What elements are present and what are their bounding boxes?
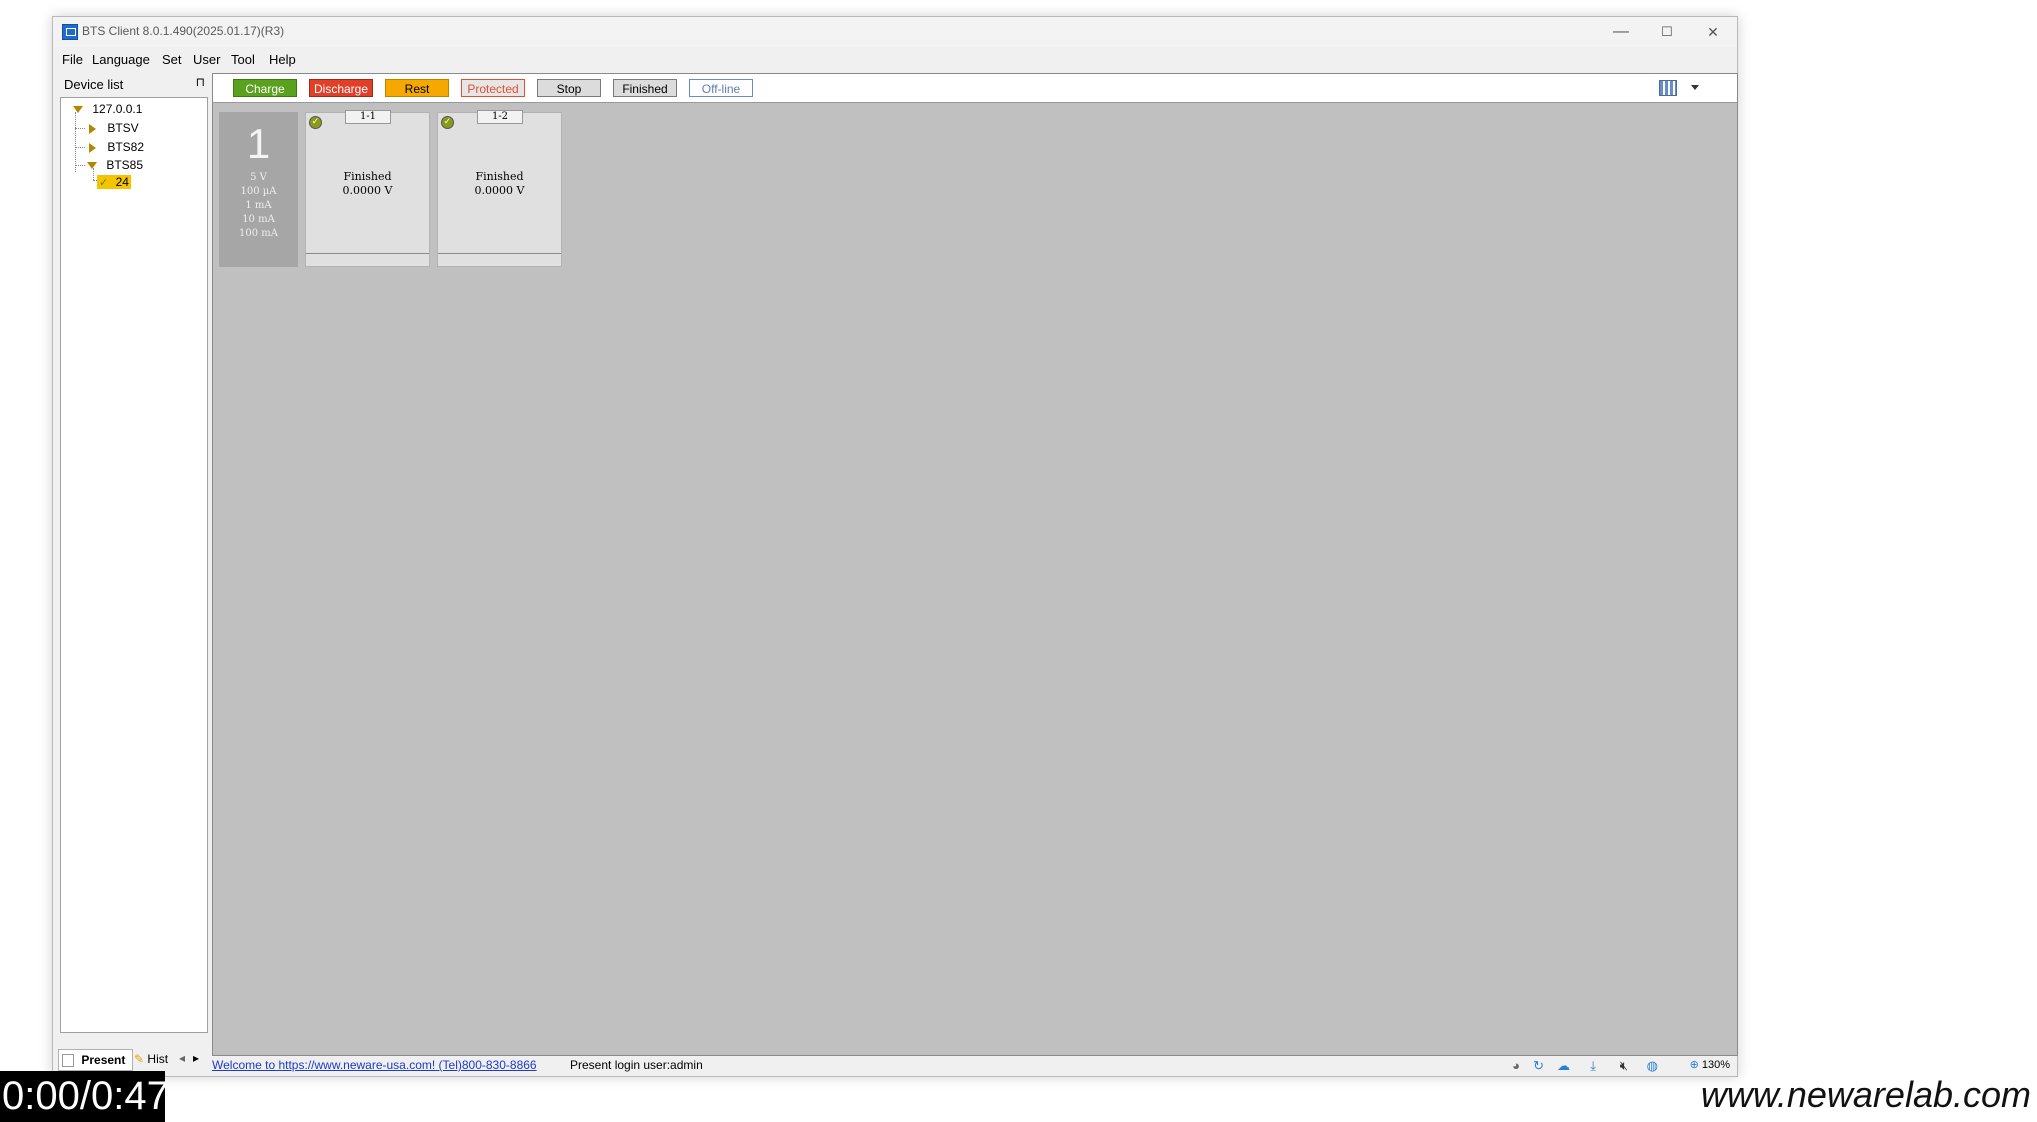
menu-bar: File Language Set User Tool Help — [53, 49, 1737, 71]
zoom-level-value: 130% — [1701, 1059, 1730, 1071]
collapsed-arrow-icon — [89, 142, 96, 153]
status-legend-bar: Charge Discharge Rest Protected Stop Fin… — [213, 74, 1737, 103]
channel-divider — [438, 253, 561, 254]
unit-number: 1 — [246, 120, 271, 167]
status-bar: Welcome to https://www.neware-usa.com! (… — [212, 1056, 1736, 1074]
unit-panel[interactable]: 1 5 V 100 µA 1 mA 10 mA 100 mA — [219, 112, 298, 267]
menu-language[interactable]: Language — [92, 52, 150, 67]
sync-icon[interactable]: ↻ — [1533, 1058, 1544, 1074]
watermark-text: www.newarelab.com — [1700, 1074, 2031, 1115]
tab-scroll-right-button[interactable]: ▸ — [193, 1051, 199, 1065]
channel-card-1-2[interactable]: 1-2 ✓ Finished 0.0000 V — [437, 110, 562, 267]
maximize-button[interactable]: ☐ — [1647, 21, 1687, 43]
tree-node-bts82[interactable]: BTS82 — [89, 140, 144, 154]
channel-voltage: 0.0000 V — [474, 184, 525, 197]
tab-present-label: Present — [81, 1053, 126, 1067]
tree-node-bts85[interactable]: BTS85 — [87, 158, 143, 172]
video-timer: 0:00/0:47 — [0, 1071, 169, 1122]
check-circle-icon: ✓ — [441, 116, 454, 129]
app-window: BTS Client 8.0.1.490(2025.01.17)(R3) — ☐… — [52, 16, 1738, 1077]
pencil-icon: ✎ — [134, 1052, 145, 1066]
tree-node-24-label: 24 — [115, 175, 129, 189]
legend-finished: Finished — [613, 79, 677, 97]
channel-id: 1-2 — [477, 110, 523, 124]
menu-user[interactable]: User — [193, 52, 220, 67]
channel-id: 1-1 — [345, 110, 391, 124]
pin-icon[interactable]: ⊓ — [196, 75, 205, 89]
check-circle-icon: ✓ — [309, 116, 322, 129]
tab-scroll-left-button[interactable]: ◂ — [179, 1051, 185, 1065]
tree-node-bts82-label: BTS82 — [107, 140, 145, 154]
device-list-panel: Device list ⊓ 127.0.0.1 BTSV BTS82 BTS85… — [56, 73, 208, 1033]
tab-history[interactable]: ✎ Hist — [132, 1049, 178, 1069]
mute-icon[interactable]: 🔇︎ — [1620, 1058, 1628, 1074]
legend-stop: Stop — [537, 79, 601, 97]
unit-spec-range-2: 1 mA — [245, 200, 272, 211]
zoom-icon: ⊕ — [1689, 1059, 1699, 1071]
device-tree: 127.0.0.1 BTSV BTS82 BTS85 ✓ 24 — [60, 97, 208, 1033]
legend-discharge: Discharge — [309, 79, 373, 97]
expanded-arrow-icon — [73, 106, 83, 114]
close-button[interactable]: ✕ — [1693, 21, 1733, 43]
channel-card-1-1[interactable]: 1-1 ✓ Finished 0.0000 V — [305, 110, 430, 267]
legend-charge: Charge — [233, 79, 297, 97]
channel-view: Charge Discharge Rest Protected Stop Fin… — [212, 73, 1738, 1056]
tree-node-host-label: 127.0.0.1 — [92, 102, 143, 116]
unit-spec-range-3: 10 mA — [242, 214, 275, 225]
tree-node-btsv[interactable]: BTSV — [89, 121, 139, 135]
channel-status: Finished — [475, 170, 524, 183]
legend-offline: Off-line — [689, 79, 753, 97]
window-title: BTS Client 8.0.1.490(2025.01.17)(R3) — [82, 24, 285, 38]
tab-history-label: Hist — [147, 1052, 169, 1066]
tree-node-host[interactable]: 127.0.0.1 — [73, 102, 142, 116]
tree-node-24-selected[interactable]: ✓ 24 — [97, 175, 131, 189]
legend-protected: Protected — [461, 79, 525, 97]
tree-node-btsv-label: BTSV — [107, 121, 139, 135]
app-icon — [62, 24, 78, 40]
document-icon — [62, 1054, 74, 1068]
device-list-title: Device list — [64, 77, 124, 92]
check-icon: ✓ — [99, 177, 109, 189]
channel-voltage: 0.0000 V — [342, 184, 393, 197]
legend-rest: Rest — [385, 79, 449, 97]
menu-set[interactable]: Set — [162, 52, 182, 67]
channel-status: Finished — [343, 170, 392, 183]
channel-divider — [306, 253, 429, 254]
tree-node-bts85-label: BTS85 — [106, 158, 144, 172]
unit-spec-range-4: 100 mA — [239, 228, 278, 239]
minimize-button[interactable]: — — [1601, 21, 1641, 43]
login-user-text: Present login user:admin — [570, 1058, 703, 1072]
globe-icon[interactable]: ◍ — [1647, 1058, 1658, 1074]
title-bar: BTS Client 8.0.1.490(2025.01.17)(R3) — ☐… — [53, 17, 1737, 47]
welcome-link[interactable]: Welcome to https://www.neware-usa.com! (… — [212, 1058, 537, 1072]
unit-spec-voltage: 5 V — [250, 172, 267, 183]
chevron-down-icon[interactable] — [1691, 85, 1699, 90]
menu-tool[interactable]: Tool — [231, 52, 255, 67]
unit-spec-range-1: 100 µA — [240, 186, 277, 197]
menu-help[interactable]: Help — [269, 52, 296, 67]
download-icon[interactable]: ⤓ — [1590, 1058, 1596, 1074]
layout-grid-icon[interactable] — [1659, 80, 1677, 96]
collapsed-arrow-icon — [89, 123, 96, 134]
cloud-icon[interactable]: ☁ — [1557, 1058, 1570, 1074]
tab-present[interactable]: Present — [58, 1049, 133, 1071]
expanded-arrow-icon — [87, 162, 97, 170]
zoom-level[interactable]: ⊕ 130% — [1690, 1058, 1730, 1071]
chat-icon[interactable]: ◕ — [1512, 1058, 1520, 1073]
device-list-header: Device list ⊓ — [56, 73, 207, 93]
panel-tabs: Present ✎ Hist ◂ ▸ — [56, 1049, 207, 1071]
menu-file[interactable]: File — [62, 52, 83, 67]
